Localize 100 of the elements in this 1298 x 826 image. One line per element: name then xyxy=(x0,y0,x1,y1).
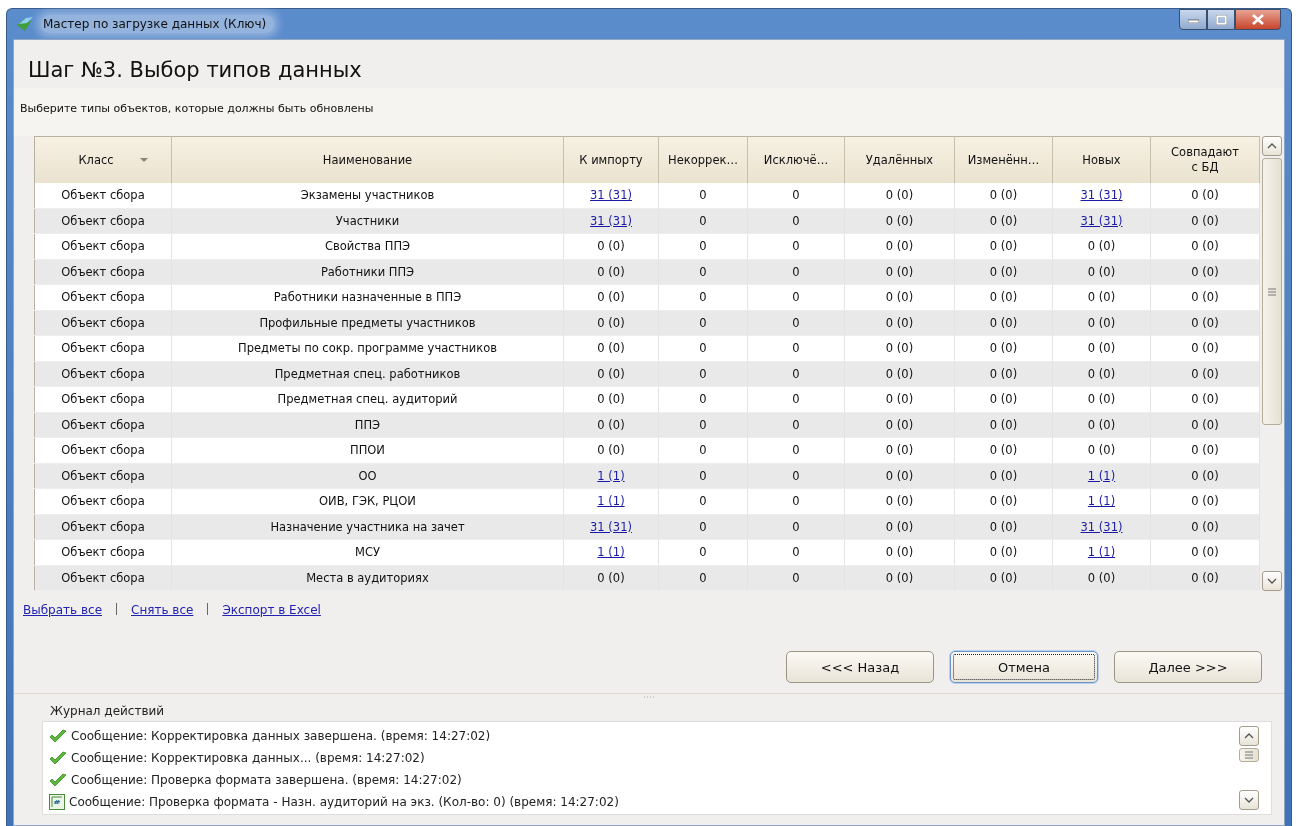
action-link[interactable]: Снять все xyxy=(131,603,194,617)
table-cell: 0 (0) xyxy=(844,208,955,234)
column-header[interactable]: Изменённ… xyxy=(958,152,1049,168)
table-cell: Объект сбора xyxy=(34,514,172,540)
table-cell: 0 xyxy=(747,539,845,565)
wizard-button[interactable]: Далее >>> xyxy=(1114,651,1262,683)
action-link[interactable]: Выбрать все xyxy=(23,603,102,617)
table-cell: Объект сбора xyxy=(34,259,172,285)
table-cell: 0 xyxy=(658,284,748,310)
table-cell: 0 xyxy=(747,488,845,514)
count-link[interactable]: 31 (31) xyxy=(1080,213,1123,228)
grip-icon xyxy=(1268,287,1276,296)
table-cell: 0 (0) xyxy=(563,565,659,591)
table-cell: 0 xyxy=(747,310,845,336)
table-row[interactable]: Объект сбора Предметы по сокр. программе участников 0 (0) 0 0 0 (0) 0 (0) 0 (0) 0 (0) xyxy=(34,335,1260,361)
table-row[interactable]: Объект сбора Свойства ППЭ 0 (0) 0 0 0 (0) 0 (0) 0 (0) 0 (0) xyxy=(34,233,1260,259)
table-cell: 0 xyxy=(747,284,845,310)
table-cell: 0 (0) xyxy=(1150,208,1260,234)
count-link[interactable]: 31 (31) xyxy=(590,213,632,228)
count-link[interactable]: 31 (31) xyxy=(590,188,632,203)
table-row[interactable]: Объект сбора ОО 1 (1) 0 0 0 (0) 0 (0) 1 (1) 0 (0) xyxy=(34,463,1260,489)
table-cell: 0 (0) xyxy=(563,233,659,259)
scroll-up-icon xyxy=(1244,733,1254,739)
count-link[interactable]: 1 (1) xyxy=(1087,468,1116,483)
wizard-button[interactable]: Отмена xyxy=(950,651,1098,683)
count-link[interactable]: 1 (1) xyxy=(597,468,625,483)
table-cell: 0 (0) xyxy=(1150,386,1260,412)
table-cell: 0 (0) xyxy=(844,565,955,591)
scroll-thumb[interactable] xyxy=(1262,158,1282,425)
table-row[interactable]: Объект сбора Места в аудиториях 0 (0) 0 0 0 (0) 0 (0) 0 (0) 0 (0) xyxy=(34,565,1260,591)
table-cell: 0 (0) xyxy=(954,284,1053,310)
group-title: Журнал действий xyxy=(50,704,166,718)
action-link[interactable]: Экспорт в Excel xyxy=(222,603,321,617)
table-cell: Объект сбора xyxy=(34,386,172,412)
column-header[interactable]: Совпадают с БД xyxy=(1168,145,1242,175)
count-link[interactable]: 1 (1) xyxy=(1087,545,1116,560)
table-cell: Предметная спец. работников xyxy=(171,361,564,387)
table-cell: 0 xyxy=(747,565,845,591)
maximize-button[interactable] xyxy=(1207,9,1235,30)
table-cell: 0 (0) xyxy=(954,412,1053,438)
table-cell: Предметная спец. аудиторий xyxy=(171,386,564,412)
table-row[interactable]: Объект сбора Назначение участника на зачет 31 (31) 0 0 0 (0) 0 (0) 31 (31) 0 (0) xyxy=(34,514,1260,540)
table-cell: 0 (0) xyxy=(954,233,1053,259)
scroll-down-button[interactable] xyxy=(1262,571,1282,591)
count-link[interactable]: 1 (1) xyxy=(1087,494,1116,509)
table-row[interactable]: Объект сбора Предметная спец. аудиторий 0 (0) 0 0 0 (0) 0 (0) 0 (0) 0 (0) xyxy=(34,386,1260,412)
minimize-icon xyxy=(1187,16,1199,23)
table-row[interactable]: Объект сбора Экзамены участников 31 (31) 0 0 0 (0) 0 (0) 31 (31) 0 (0) xyxy=(34,183,1260,208)
column-header[interactable]: Наименование xyxy=(175,152,560,168)
minimize-button[interactable] xyxy=(1179,9,1207,30)
table-cell: 0 xyxy=(747,335,845,361)
table-cell: 0 xyxy=(658,208,748,234)
wizard-button[interactable]: <<< Назад xyxy=(786,651,934,683)
table-row[interactable]: Объект сбора ОИВ, ГЭК, РЦОИ 1 (1) 0 0 0 (0) 0 (0) 1 (1) 0 (0) xyxy=(34,488,1260,514)
table-cell: Объект сбора xyxy=(34,361,172,387)
scroll-up-button[interactable] xyxy=(1239,726,1259,746)
scroll-thumb[interactable] xyxy=(1239,748,1259,762)
table-row[interactable]: Объект сбора Предметная спец. работников 0 (0) 0 0 0 (0) 0 (0) 0 (0) 0 (0) xyxy=(34,361,1260,387)
column-header[interactable]: Новых xyxy=(1056,152,1147,168)
table-cell: 0 xyxy=(658,386,748,412)
table-cell: 0 (0) xyxy=(844,412,955,438)
table-row[interactable]: Объект сбора Профильные предметы участников 0 (0) 0 0 0 (0) 0 (0) 0 (0) 0 (0) xyxy=(34,310,1260,336)
count-link[interactable]: 31 (31) xyxy=(1080,188,1123,203)
app-icon xyxy=(15,15,35,33)
table-row[interactable]: Объект сбора МСУ 1 (1) 0 0 0 (0) 0 (0) 1 (1) 0 (0) xyxy=(34,539,1260,565)
grip-icon xyxy=(1245,751,1253,759)
table-cell: Объект сбора xyxy=(34,284,172,310)
table-cell: 0 xyxy=(747,361,845,387)
table-cell: 0 (0) xyxy=(563,335,659,361)
table-cell: Объект сбора xyxy=(34,565,172,591)
column-header[interactable]: К импорту xyxy=(567,152,655,168)
scroll-down-button[interactable] xyxy=(1239,790,1259,810)
count-link[interactable]: 31 (31) xyxy=(590,519,632,534)
column-header[interactable]: Удалённых xyxy=(848,152,951,168)
table-cell: 0 (0) xyxy=(1052,310,1151,336)
table-cell: 0 xyxy=(658,412,748,438)
table-cell: 0 (0) xyxy=(1150,412,1260,438)
scroll-up-button[interactable] xyxy=(1262,136,1282,156)
table-cell: 0 (0) xyxy=(844,488,955,514)
count-link[interactable]: 31 (31) xyxy=(1080,519,1123,534)
close-icon xyxy=(1252,14,1264,25)
count-link[interactable]: 1 (1) xyxy=(597,494,625,509)
table-cell: 0 (0) xyxy=(954,565,1053,591)
table-row[interactable]: Объект сбора Работники ППЭ 0 (0) 0 0 0 (0) 0 (0) 0 (0) 0 (0) xyxy=(34,259,1260,285)
column-header[interactable]: Некоррек… xyxy=(662,152,744,168)
table-row[interactable]: Объект сбора Работники назначенные в ППЭ 0 (0) 0 0 0 (0) 0 (0) 0 (0) 0 (0) xyxy=(34,284,1260,310)
table-row[interactable]: Объект сбора ППЭ 0 (0) 0 0 0 (0) 0 (0) 0 (0) 0 (0) xyxy=(34,412,1260,438)
count-link[interactable]: 1 (1) xyxy=(597,545,625,560)
column-header[interactable]: Класс xyxy=(78,152,114,168)
table-row[interactable]: Объект сбора Участники 31 (31) 0 0 0 (0) 0 (0) 31 (31) 0 (0) xyxy=(34,208,1260,234)
close-button[interactable] xyxy=(1235,9,1281,30)
table-cell: 0 (0) xyxy=(844,361,955,387)
table-cell: 0 (0) xyxy=(954,437,1053,463)
table-cell: 0 xyxy=(747,437,845,463)
table-row[interactable]: Объект сбора ППОИ 0 (0) 0 0 0 (0) 0 (0) 0 (0) 0 (0) xyxy=(34,437,1260,463)
scroll-up-icon xyxy=(1267,143,1277,149)
column-header[interactable]: Исключё… xyxy=(751,152,841,168)
table-cell: 0 (0) xyxy=(844,514,955,540)
table-cell: ОО xyxy=(171,463,564,489)
table-cell: 0 (0) xyxy=(954,208,1053,234)
